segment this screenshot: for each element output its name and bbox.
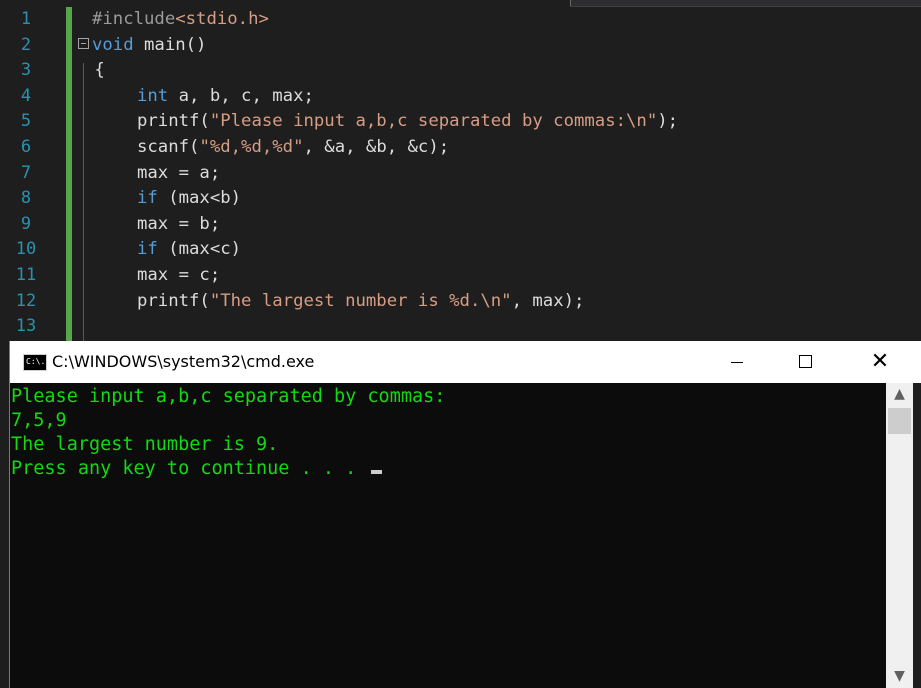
code-text: (max<c) (157, 239, 242, 260)
line-number-gutter: 1 2 3 4 5 6 7 8 9 10 11 12 13 (0, 7, 52, 340)
editor-edge (913, 383, 921, 688)
include-header: <stdio.h> (175, 9, 269, 29)
maximize-button[interactable] (771, 341, 841, 383)
cmd-icon[interactable]: C:\. (23, 354, 47, 371)
string-literal: "%d,%d,%d" (199, 136, 304, 157)
string-literal: "The largest number is %d.\n" (209, 290, 512, 311)
code-line-1: #include<stdio.h> (78, 7, 678, 33)
code-text: , max); (511, 290, 585, 311)
output-line: 7,5,9 (11, 410, 67, 431)
editor-tab-strip (570, 0, 921, 7)
output-line: Please input a,b,c separated by commas: (11, 386, 446, 407)
line-number: 12 (15, 290, 37, 311)
code-line-7: max = a; (78, 161, 678, 187)
code-text: scanf( (137, 136, 200, 157)
code-text: max = c; (137, 264, 221, 285)
code-area[interactable]: #include<stdio.h> void main() { int a, b… (78, 7, 678, 353)
console-window[interactable]: C:\. C:\WINDOWS\system32\cmd.exe ✕ Pleas… (9, 341, 921, 688)
code-text: ); (657, 111, 679, 132)
console-output[interactable]: Please input a,b,c separated by commas: … (10, 385, 886, 688)
line-number: 5 (20, 111, 32, 132)
close-button[interactable]: ✕ (845, 341, 915, 383)
window-title: C:\WINDOWS\system32\cmd.exe (52, 352, 315, 371)
code-text: max = a; (137, 162, 221, 183)
code-text: printf( (137, 290, 210, 311)
line-number: 11 (15, 264, 37, 285)
code-line-2: void main() (78, 33, 678, 59)
preprocessor-directive: #include (92, 9, 176, 29)
code-text: (max<b) (157, 188, 242, 209)
line-number: 2 (20, 34, 32, 55)
vertical-scrollbar[interactable]: ▲ ▼ (886, 383, 913, 688)
code-line-12: printf("The largest number is %d.\n", ma… (78, 289, 678, 315)
output-line-prompt: Press any key to continue . . . (10, 457, 886, 481)
keyword: void (92, 34, 134, 55)
code-line-11: max = c; (78, 263, 678, 289)
line-number: 10 (15, 239, 37, 260)
change-indicator-bar (66, 7, 72, 345)
code-line-6: scanf("%d,%d,%d", &a, &b, &c); (78, 135, 678, 161)
keyword: int (137, 85, 169, 106)
line-number: 13 (15, 316, 37, 337)
line-number: 9 (20, 213, 32, 234)
minimize-button[interactable] (701, 341, 771, 383)
scroll-thumb[interactable] (888, 408, 911, 434)
console-titlebar[interactable]: C:\. C:\WINDOWS\system32\cmd.exe ✕ (10, 341, 921, 383)
text-cursor (371, 470, 383, 474)
code-line-9: max = b; (78, 212, 678, 238)
output-line: The largest number is 9. (11, 434, 279, 455)
line-number: 7 (20, 162, 32, 183)
scroll-up-icon[interactable]: ▲ (886, 383, 913, 406)
string-literal: "Please input a,b,c separated by commas:… (209, 111, 658, 132)
code-line-5: printf("Please input a,b,c separated by … (78, 109, 678, 135)
code-line-4: int a, b, c, max; (78, 84, 678, 110)
code-line-3: { (78, 58, 678, 84)
code-line-10: if (max<c) (78, 237, 678, 263)
code-text: max = b; (137, 213, 221, 234)
code-text: , &a, &b, &c); (303, 136, 450, 157)
line-number: 8 (20, 188, 32, 209)
output-line: Press any key to continue . . . (11, 458, 368, 479)
keyword: if (137, 239, 158, 260)
code-text: printf( (137, 111, 210, 132)
line-number: 3 (20, 60, 32, 81)
line-number: 1 (20, 9, 32, 29)
code-text: a, b, c, max; (168, 85, 314, 106)
line-number: 6 (20, 136, 32, 157)
scroll-down-icon[interactable]: ▼ (886, 665, 913, 688)
code-line-8: if (max<b) (78, 186, 678, 212)
code-editor[interactable]: 1 2 3 4 5 6 7 8 9 10 11 12 13 #include<s… (0, 0, 921, 353)
code-text: { (84, 60, 105, 81)
function-signature: main() (133, 34, 207, 55)
line-number: 4 (20, 85, 32, 106)
keyword: if (137, 188, 158, 209)
